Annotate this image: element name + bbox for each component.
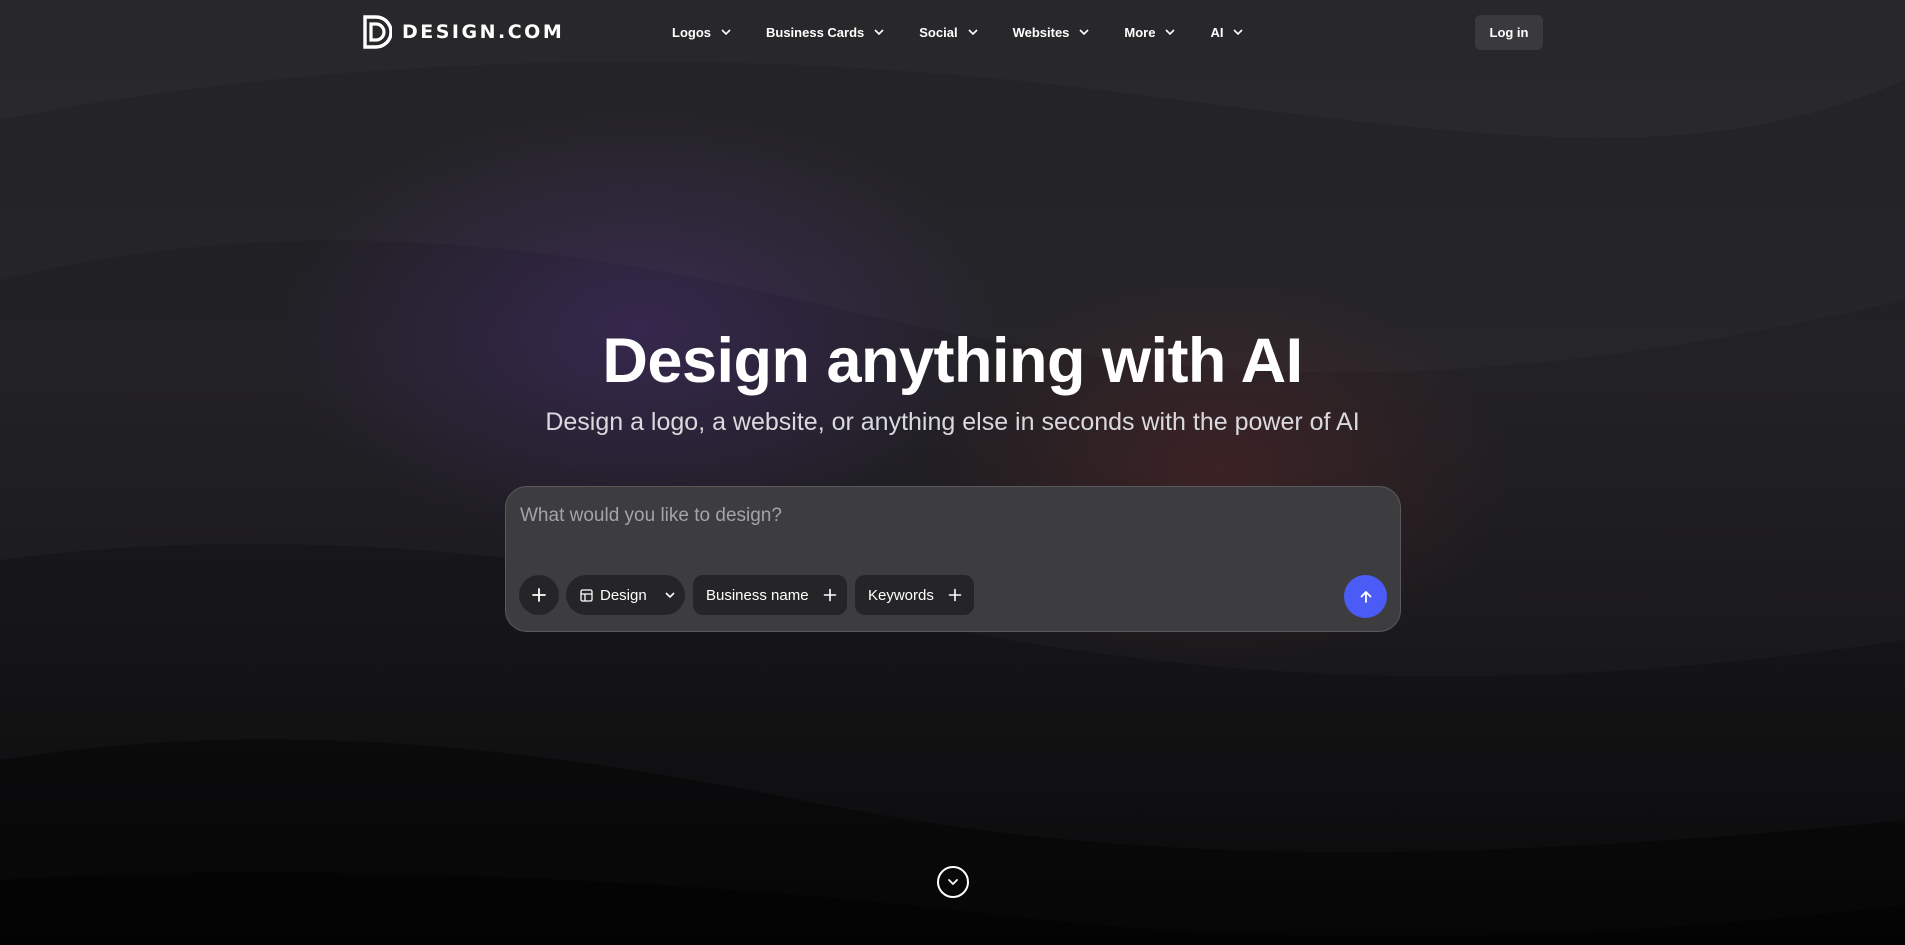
wave-shapes (0, 543, 1905, 945)
nav-item-label: Logos (672, 24, 711, 40)
brand-logo[interactable]: DESIGN.COM (362, 15, 564, 49)
design-prompt-box: Design Business name Keywords (505, 486, 1401, 632)
design-type-label: Design (600, 586, 647, 604)
brand-name: DESIGN.COM (402, 21, 565, 43)
nav-item-label: AI (1210, 24, 1224, 40)
chevron-down-icon (1165, 29, 1176, 36)
submit-prompt-button[interactable] (1344, 575, 1387, 618)
chevron-down-icon (721, 29, 731, 36)
design-logo-icon (363, 15, 392, 49)
chevron-down-icon (1233, 29, 1244, 36)
nav-item-ai[interactable]: AI (1210, 25, 1244, 40)
nav-item-social[interactable]: Social (919, 25, 978, 40)
chevron-down-icon (874, 29, 884, 36)
background-waves (0, 0, 1905, 945)
plus-icon (948, 588, 962, 602)
business-name-chip[interactable]: Business name (693, 575, 847, 615)
nav-item-more[interactable]: More (1124, 25, 1176, 40)
nav-item-business-cards[interactable]: Business Cards (766, 25, 885, 40)
add-attachment-button[interactable] (519, 575, 559, 615)
plus-icon (532, 588, 546, 602)
hero-subtitle: Design a logo, a website, or anything el… (545, 408, 1360, 436)
nav-item-logos[interactable]: Logos (672, 25, 732, 40)
nav-item-websites[interactable]: Websites (1013, 25, 1091, 40)
business-name-label: Business name (706, 586, 809, 604)
nav-item-label: Social (919, 24, 958, 40)
chevron-down-icon (967, 29, 978, 36)
plus-icon (823, 588, 836, 602)
chevron-down-icon (665, 592, 675, 599)
chevron-down-circle-icon (948, 879, 958, 886)
hero-title: Design anything with AI (602, 326, 1303, 396)
login-button[interactable]: Log in (1475, 15, 1543, 50)
nav-item-label: More (1124, 24, 1156, 40)
keywords-chip[interactable]: Keywords (855, 575, 974, 615)
layout-icon (580, 588, 593, 602)
scroll-down-button[interactable] (937, 866, 969, 898)
design-type-dropdown[interactable]: Design (566, 575, 685, 615)
nav-item-label: Websites (1012, 24, 1070, 40)
arrow-up-icon (1360, 590, 1371, 603)
nav-item-label: Business Cards (766, 24, 865, 40)
design-prompt-input[interactable] (520, 501, 1380, 531)
keywords-label: Keywords (868, 586, 934, 604)
main-nav: Logos Business Cards Social Websites Mor… (672, 20, 1278, 44)
chevron-down-icon (1079, 29, 1089, 36)
top-navigation-bar: DESIGN.COM Logos Business Cards Social W… (0, 0, 1905, 64)
